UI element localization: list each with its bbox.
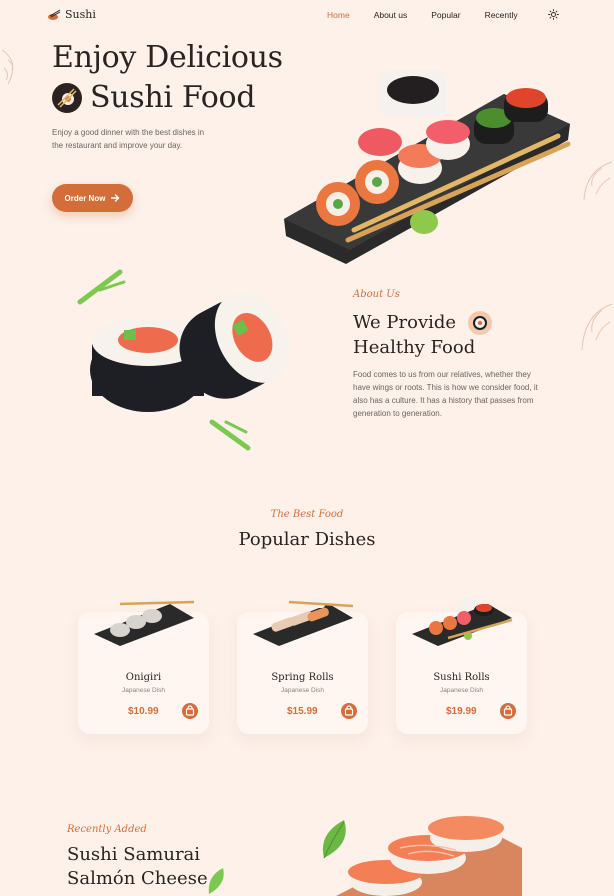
hero-title-line2: Sushi Food bbox=[90, 80, 256, 115]
dish-price: $15.99 bbox=[287, 706, 318, 717]
nav-about-us[interactable]: About us bbox=[374, 10, 408, 20]
logo[interactable]: Sushi bbox=[47, 8, 96, 21]
recent-title: Sushi Samurai Salmón Cheese bbox=[67, 843, 208, 891]
add-to-cart-button[interactable] bbox=[182, 703, 198, 719]
about-title-line1: We Provide bbox=[353, 312, 457, 333]
sun-icon[interactable] bbox=[548, 9, 559, 20]
nav-popular[interactable]: Popular bbox=[431, 10, 460, 20]
leaf-icon bbox=[208, 868, 224, 894]
dish-price: $10.99 bbox=[128, 706, 159, 717]
recent-subtitle: Recently Added bbox=[67, 824, 147, 835]
leaf-decoration-right-top bbox=[583, 161, 613, 201]
onigiri-dish-image bbox=[94, 598, 195, 646]
about-title: We Provide Healthy Food bbox=[353, 310, 492, 360]
shopping-bag-icon bbox=[185, 705, 195, 716]
recent-title-line1: Sushi Samurai bbox=[67, 844, 201, 865]
hero-title-line1: Enjoy Delicious bbox=[52, 40, 283, 75]
popular-subtitle: The Best Food bbox=[270, 509, 344, 520]
dish-name: Onigiri bbox=[125, 672, 162, 683]
dish-card-onigiri[interactable]: Onigiri Japanese Dish $10.99 bbox=[78, 598, 209, 734]
order-now-button[interactable]: Order Now bbox=[52, 184, 133, 212]
shopping-bag-icon bbox=[503, 705, 513, 716]
nav-recently[interactable]: Recently bbox=[485, 10, 518, 20]
add-to-cart-button[interactable] bbox=[500, 703, 516, 719]
nav-home[interactable]: Home bbox=[327, 10, 350, 20]
sushi-badge-icon bbox=[52, 83, 82, 113]
dish-type: Japanese Dish bbox=[122, 687, 165, 694]
leaf-decoration-right-mid bbox=[581, 303, 613, 351]
recent-title-line2: Salmón Cheese bbox=[67, 868, 208, 889]
hero-title: Enjoy Delicious Sushi Food bbox=[52, 38, 283, 118]
leaf-decoration-left bbox=[1, 49, 14, 85]
dish-name: Spring Rolls bbox=[271, 672, 334, 683]
dish-card-spring-rolls[interactable]: Spring Rolls Japanese Dish $15.99 bbox=[237, 598, 368, 734]
about-description: Food comes to us from our relatives, whe… bbox=[353, 370, 538, 418]
main-nav: Home About us Popular Recently bbox=[327, 10, 542, 20]
hero-description: Enjoy a good dinner with the best dishes… bbox=[52, 128, 205, 150]
add-to-cart-button[interactable] bbox=[341, 703, 357, 719]
spring-rolls-dish-image bbox=[253, 598, 354, 646]
shopping-bag-icon bbox=[344, 705, 354, 716]
sushi-rolls-image bbox=[77, 269, 290, 451]
salmon-nigiri-image bbox=[336, 816, 522, 896]
arrow-right-icon bbox=[111, 194, 120, 202]
sushi-rolls-dish-image bbox=[412, 598, 513, 646]
about-title-line2: Healthy Food bbox=[353, 337, 476, 358]
header: Sushi Home About us Popular Recently bbox=[0, 0, 614, 30]
sushi-platter-image bbox=[284, 70, 571, 264]
dish-price: $19.99 bbox=[446, 706, 477, 717]
dish-name: Sushi Rolls bbox=[433, 672, 490, 683]
order-now-label: Order Now bbox=[64, 193, 106, 203]
dish-type: Japanese Dish bbox=[440, 687, 483, 694]
popular-title: Popular Dishes bbox=[238, 529, 376, 550]
chopsticks-logo-icon bbox=[48, 9, 61, 20]
dish-card-sushi-rolls[interactable]: Sushi Rolls Japanese Dish $19.99 bbox=[396, 598, 527, 734]
about-subtitle: About Us bbox=[353, 289, 400, 300]
logo-text: Sushi bbox=[65, 8, 96, 21]
dish-type: Japanese Dish bbox=[281, 687, 324, 694]
sushi-roll-badge-icon bbox=[467, 311, 492, 335]
